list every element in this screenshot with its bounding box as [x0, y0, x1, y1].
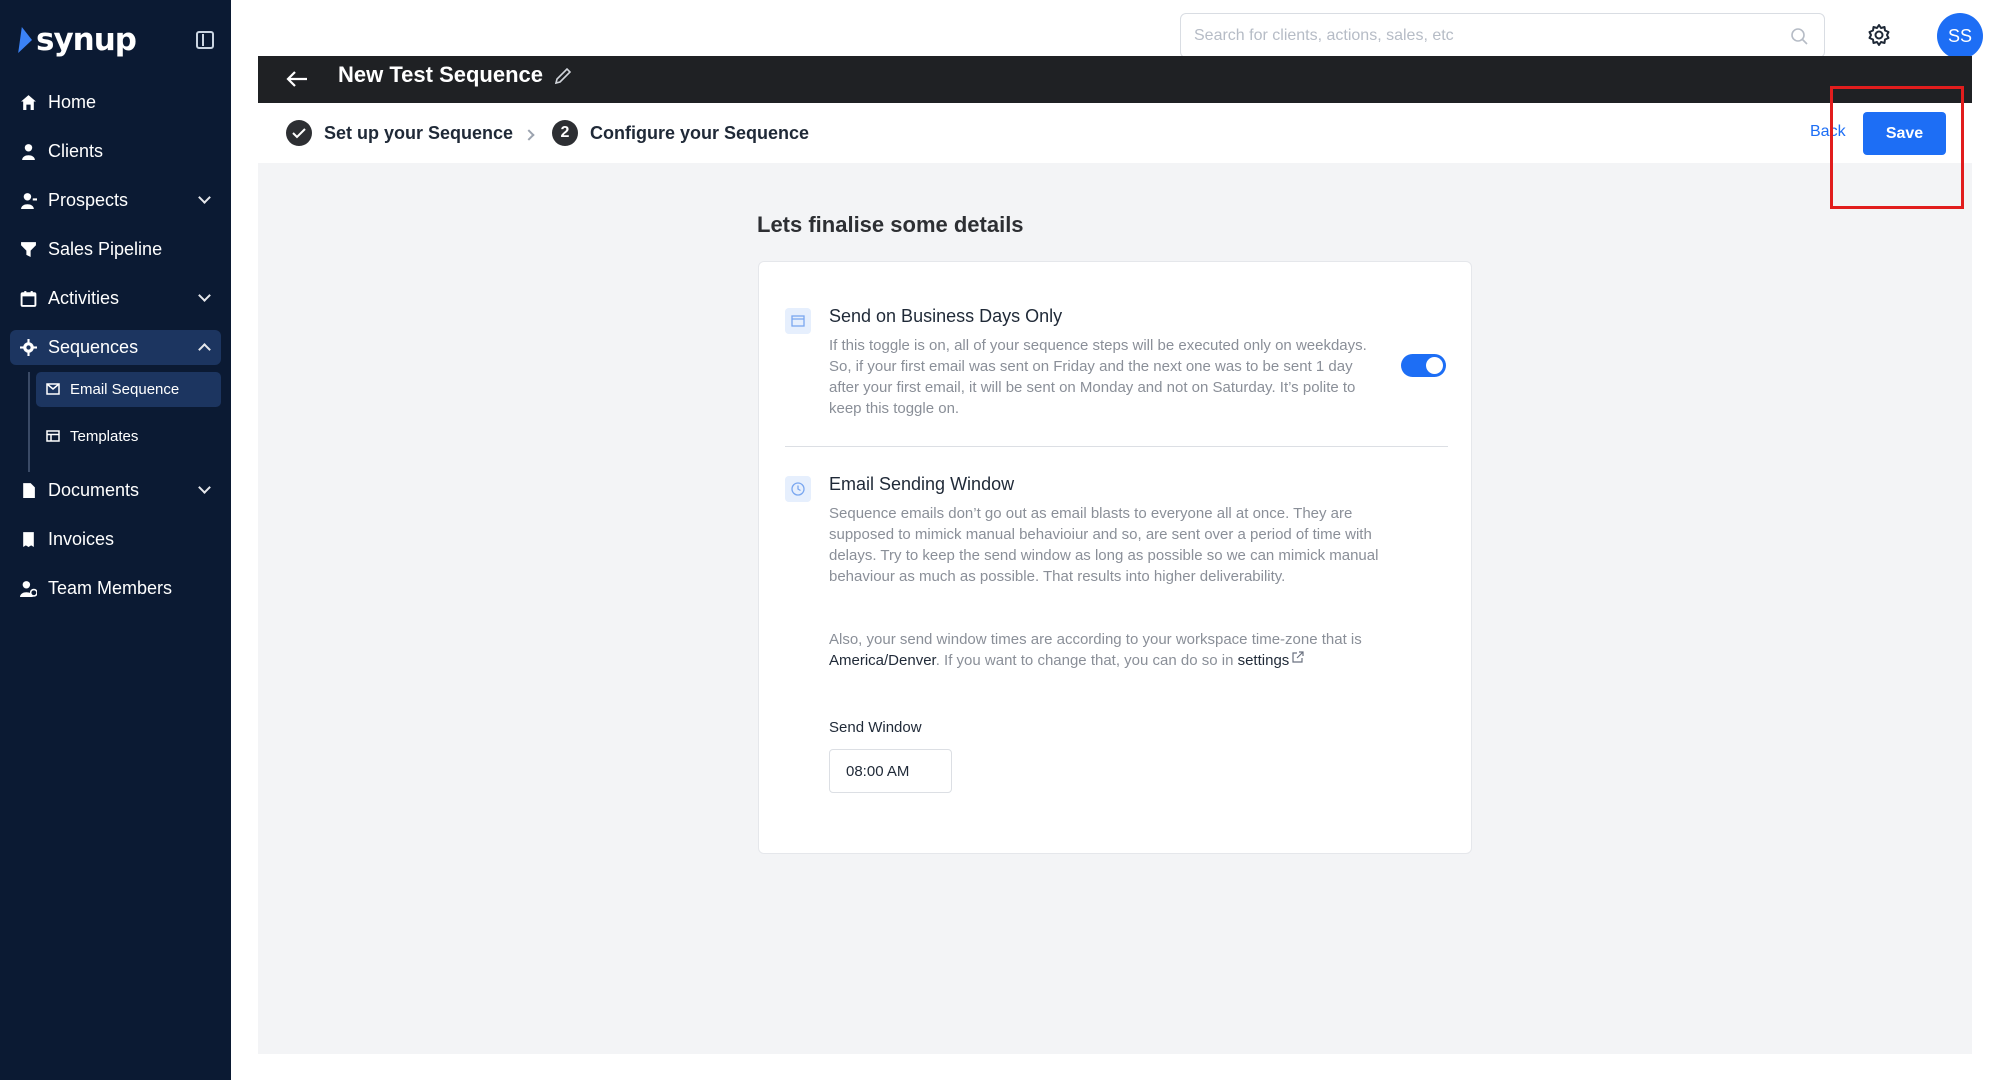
back-link[interactable]: Back	[1810, 123, 1846, 141]
edit-pencil-icon[interactable]	[553, 66, 573, 86]
sidebar-subitem-label: Templates	[70, 428, 139, 445]
chevron-down-icon[interactable]	[198, 289, 211, 302]
sidebar-item-label: Clients	[48, 141, 104, 161]
settings-link[interactable]: settings	[1237, 651, 1305, 669]
settings-link-label: settings	[1237, 652, 1290, 669]
mail-icon	[46, 383, 60, 395]
sidebar-item-sales-pipeline[interactable]: Sales Pipeline	[0, 225, 231, 274]
logo-text: synup	[36, 22, 137, 58]
sidebar-item-label: Sales Pipeline	[48, 239, 163, 259]
timezone-note: Also, your send window times are accordi…	[829, 629, 1384, 671]
sending-window-title: Email Sending Window	[829, 474, 1015, 494]
sidebar-item-label: Home	[48, 92, 97, 112]
sidebar-item-activities[interactable]: Activities	[0, 274, 231, 323]
sidebar-subitem-label: Email Sequence	[70, 381, 180, 398]
calendar-icon	[785, 308, 811, 334]
team-icon	[20, 581, 37, 597]
sidebar-item-label: Activities	[48, 288, 120, 308]
sidebar-nav: Home Clients Prospects Sales Pipeline Ac…	[0, 78, 231, 613]
back-arrow-icon[interactable]	[286, 70, 308, 88]
receipt-icon	[23, 532, 34, 547]
search-icon[interactable]	[1790, 27, 1808, 45]
send-window-label: Send Window	[829, 719, 922, 736]
sequences-submenu: Email Sequence Templates	[0, 372, 231, 472]
step-configure[interactable]: 2 Configure your Sequence	[552, 120, 809, 146]
global-search[interactable]	[1180, 13, 1825, 58]
settings-gear-icon[interactable]	[1867, 23, 1891, 47]
sidebar-item-sequences[interactable]: Sequences	[10, 330, 221, 365]
step-label: Configure your Sequence	[590, 122, 810, 143]
sidebar: synup Home Clients Prospects Sales Pipel…	[0, 0, 231, 1080]
sidebar-subitem-email-sequence[interactable]: Email Sequence	[36, 372, 221, 407]
send-window-time-input[interactable]	[829, 749, 952, 793]
chevron-down-icon[interactable]	[198, 481, 211, 494]
check-icon	[286, 120, 312, 146]
section-title: Lets finalise some details	[757, 212, 1024, 237]
step-number: 2	[552, 120, 578, 146]
timezone-value: America/Denver	[829, 652, 936, 669]
business-days-title: Send on Business Days Only	[829, 306, 1063, 326]
sidebar-item-label: Sequences	[48, 337, 139, 357]
clock-icon	[785, 476, 811, 502]
timezone-prefix: Also, your send window times are accordi…	[829, 631, 1362, 648]
user-avatar[interactable]: SS	[1937, 13, 1983, 59]
sidebar-item-home[interactable]: Home	[0, 78, 231, 127]
timezone-suffix: . If you want to change that, you can do…	[935, 652, 1238, 669]
sidebar-collapse-icon[interactable]	[196, 31, 214, 49]
sidebar-item-label: Team Members	[48, 578, 173, 598]
divider	[785, 446, 1448, 447]
sidebar-item-documents[interactable]: Documents	[0, 466, 231, 515]
settings-card: Send on Business Days Only If this toggl…	[758, 261, 1472, 854]
home-icon	[21, 95, 36, 110]
search-input[interactable]	[1181, 14, 1761, 57]
gear-icon	[20, 339, 37, 356]
sidebar-item-label: Prospects	[48, 190, 129, 210]
chevron-right-icon	[523, 129, 535, 141]
sidebar-subitem-templates[interactable]: Templates	[36, 419, 221, 454]
step-label: Set up your Sequence	[324, 122, 514, 143]
stepper: Set up your Sequence 2 Configure your Se…	[258, 103, 1972, 163]
business-days-description: If this toggle is on, all of your sequen…	[829, 337, 1367, 417]
step-setup[interactable]: Set up your Sequence	[286, 120, 513, 146]
funnel-icon	[21, 242, 36, 257]
chevron-down-icon[interactable]	[198, 191, 211, 204]
sidebar-item-label: Invoices	[48, 529, 115, 549]
external-link-icon	[1292, 651, 1304, 663]
sidebar-item-invoices[interactable]: Invoices	[0, 515, 231, 564]
users-icon	[21, 193, 37, 209]
logo-mark-icon	[18, 27, 34, 53]
template-icon	[46, 430, 60, 442]
calendar-icon	[20, 291, 37, 307]
sidebar-item-team-members[interactable]: Team Members	[0, 564, 231, 613]
submenu-line	[28, 372, 30, 472]
sidebar-item-prospects[interactable]: Prospects	[0, 176, 231, 225]
chevron-up-icon[interactable]	[198, 343, 211, 356]
sending-window-description: Sequence emails don’t go out as email bl…	[829, 505, 1379, 585]
business-days-toggle[interactable]	[1401, 354, 1446, 377]
save-button[interactable]: Save	[1863, 112, 1946, 155]
sidebar-item-clients[interactable]: Clients	[0, 127, 231, 176]
sequence-header: New Test Sequence	[258, 56, 1972, 103]
synup-logo[interactable]: synup	[18, 22, 137, 58]
sequence-title: New Test Sequence	[338, 62, 543, 87]
document-icon	[23, 483, 35, 498]
user-icon	[22, 144, 35, 160]
sidebar-item-label: Documents	[48, 480, 140, 500]
